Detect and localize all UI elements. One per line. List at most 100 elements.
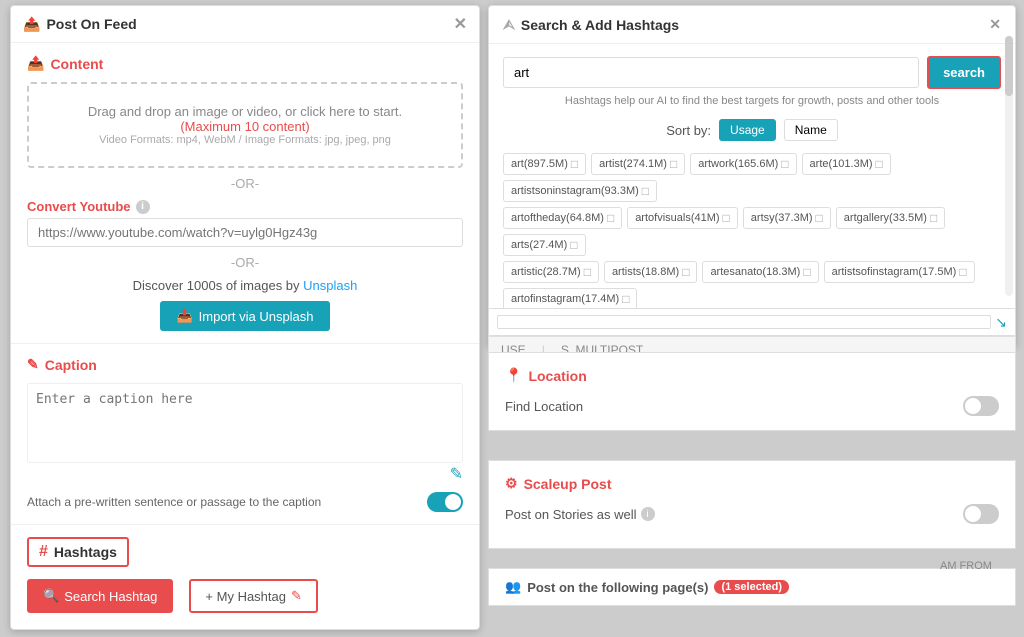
find-location-label: Find Location: [505, 399, 583, 414]
panel-title: Post On Feed: [46, 16, 136, 32]
toggle-dot: [445, 494, 461, 510]
chip-arte[interactable]: arte(101.3M)□: [802, 153, 891, 175]
chip-artgallery[interactable]: artgallery(33.5M)□: [836, 207, 945, 229]
scale-icon: ⚙: [505, 475, 518, 492]
import-unsplash-button[interactable]: 📤 Import via Unsplash: [160, 301, 329, 331]
hash-icon: #: [39, 543, 48, 561]
chip-artofinstagram[interactable]: artofinstagram(17.4M)□: [503, 288, 637, 310]
hashtags-label: Hashtags: [54, 544, 117, 560]
chip-add-icon[interactable]: □: [930, 211, 937, 225]
sort-label: Sort by:: [666, 123, 711, 138]
chip-artoftheday[interactable]: artoftheday(64.8M)□: [503, 207, 622, 229]
hashtag-dialog-icon: ⮙: [503, 16, 515, 33]
upload-formats: Video Formats: mp4, WebM / Image Formats…: [49, 134, 441, 146]
chip-artwork[interactable]: artwork(165.6M)□: [690, 153, 796, 175]
find-location-toggle[interactable]: [963, 396, 999, 416]
caption-textarea[interactable]: [27, 383, 463, 463]
chip-add-icon[interactable]: □: [876, 157, 883, 171]
scaleup-section: ⚙ Scaleup Post Post on Stories as well i: [488, 460, 1016, 549]
dialog-scrollbar[interactable]: [1005, 36, 1013, 296]
search-hint: Hashtags help our AI to find the best ta…: [489, 93, 1015, 115]
chip-arts[interactable]: arts(27.4M)□: [503, 234, 586, 256]
chip-add-icon[interactable]: □: [607, 211, 614, 225]
unsplash-text: Discover 1000s of images by Unsplash: [27, 278, 463, 293]
chip-artistic[interactable]: artistic(28.7M)□: [503, 261, 599, 283]
stories-row: Post on Stories as well i: [505, 504, 999, 524]
chip-artesanato[interactable]: artesanato(18.3M)□: [702, 261, 818, 283]
pages-selected-badge: (1 selected): [714, 580, 789, 594]
stories-info-icon: i: [641, 507, 655, 521]
chip-artistsoninstagram[interactable]: artistsoninstagram(93.3M)□: [503, 180, 657, 202]
attach-toggle[interactable]: [427, 492, 463, 512]
sort-name-button[interactable]: Name: [784, 119, 838, 141]
location-pin-icon: 📍: [505, 367, 522, 384]
chip-artist[interactable]: artist(274.1M)□: [591, 153, 685, 175]
chip-add-icon[interactable]: □: [670, 157, 677, 171]
convert-info-icon: i: [136, 200, 150, 214]
hashtag-dialog: ⮙ Search & Add Hashtags ✕ search Hashtag…: [488, 5, 1016, 347]
scrollbar-thumb: [1005, 36, 1013, 96]
caption-area-stub: [497, 315, 991, 329]
dialog-close-button[interactable]: ✕: [989, 16, 1001, 33]
dialog-header-left: ⮙ Search & Add Hashtags: [503, 16, 679, 33]
hashtag-search-button[interactable]: search: [927, 56, 1001, 89]
chip-artistsofinstagram[interactable]: artistsofinstagram(17.5M)□: [824, 261, 975, 283]
location-title: 📍 Location: [505, 367, 999, 384]
chip-add-icon[interactable]: □: [584, 265, 591, 279]
max-content-label: (Maximum 10 content): [49, 119, 441, 134]
caption-section: ✎ Caption ✎ Attach a pre-written sentenc…: [11, 344, 479, 525]
chip-add-icon[interactable]: □: [959, 265, 966, 279]
chip-add-icon[interactable]: □: [642, 184, 649, 198]
stories-label: Post on Stories as well i: [505, 507, 655, 522]
chip-art[interactable]: art(897.5M)□: [503, 153, 586, 175]
stories-toggle-dot: [965, 506, 981, 522]
my-hashtag-edit-icon: ✎: [291, 588, 302, 604]
chip-add-icon[interactable]: □: [816, 211, 823, 225]
content-section: 📤 Content Drag and drop an image or vide…: [11, 43, 479, 344]
hashtag-chips-container: art(897.5M)□ artist(274.1M)□ artwork(165…: [489, 149, 1015, 319]
or-divider-2: -OR-: [27, 255, 463, 270]
chip-artists[interactable]: artists(18.8M)□: [604, 261, 698, 283]
chip-add-icon[interactable]: □: [622, 292, 629, 306]
hashtag-row-1: art(897.5M)□ artist(274.1M)□ artwork(165…: [503, 153, 1001, 202]
upload-icon: 📤: [23, 16, 40, 33]
close-button[interactable]: ✕: [454, 14, 467, 34]
search-hashtag-icon: 🔍: [43, 588, 59, 604]
find-location-row: Find Location: [505, 396, 999, 416]
chip-artofvisuals[interactable]: artofvisuals(41M)□: [627, 207, 738, 229]
upload-text: Drag and drop an image or video, or clic…: [49, 104, 441, 119]
hashtag-search-bar: search: [489, 44, 1015, 93]
hashtag-dialog-title: Search & Add Hashtags: [521, 17, 679, 33]
hashtag-row-2: artoftheday(64.8M)□ artofvisuals(41M)□ a…: [503, 207, 1001, 256]
panel-header: 📤 Post On Feed ✕: [11, 6, 479, 43]
attach-label: Attach a pre-written sentence or passage…: [27, 495, 321, 509]
caption-icon: ✎: [27, 356, 39, 373]
content-icon: 📤: [27, 55, 44, 72]
panel-header-left: 📤 Post On Feed: [23, 16, 137, 33]
my-hashtag-button[interactable]: + My Hashtag ✎: [189, 579, 317, 613]
chip-add-icon[interactable]: □: [571, 157, 578, 171]
chip-add-icon[interactable]: □: [803, 265, 810, 279]
caption-edit-icon: ✎: [27, 464, 463, 484]
pages-icon: 👥: [505, 579, 521, 595]
stories-toggle[interactable]: [963, 504, 999, 524]
chip-artsy[interactable]: artsy(37.3M)□: [743, 207, 831, 229]
chip-add-icon[interactable]: □: [682, 265, 689, 279]
hashtags-title-box: # Hashtags: [27, 537, 129, 567]
hashtag-dialog-header: ⮙ Search & Add Hashtags ✕: [489, 6, 1015, 44]
hashtag-row-3: artistic(28.7M)□ artists(18.8M)□ artesan…: [503, 261, 1001, 310]
location-section: 📍 Location Find Location: [488, 352, 1016, 431]
sort-usage-button[interactable]: Usage: [719, 119, 776, 141]
chip-add-icon[interactable]: □: [781, 157, 788, 171]
hashtag-buttons-row: 🔍 Search Hashtag + My Hashtag ✎: [27, 579, 463, 613]
chip-add-icon[interactable]: □: [723, 211, 730, 225]
search-hashtag-button[interactable]: 🔍 Search Hashtag: [27, 579, 173, 613]
youtube-input[interactable]: [27, 218, 463, 247]
hashtag-search-input[interactable]: [503, 57, 919, 88]
hashtags-section: # Hashtags 🔍 Search Hashtag + My Hashtag…: [11, 525, 479, 629]
caption-attach-row: Attach a pre-written sentence or passage…: [27, 492, 463, 512]
unsplash-link[interactable]: Unsplash: [303, 278, 357, 293]
content-section-title: 📤 Content: [27, 55, 463, 72]
upload-area[interactable]: Drag and drop an image or video, or clic…: [27, 82, 463, 168]
chip-add-icon[interactable]: □: [570, 238, 577, 252]
